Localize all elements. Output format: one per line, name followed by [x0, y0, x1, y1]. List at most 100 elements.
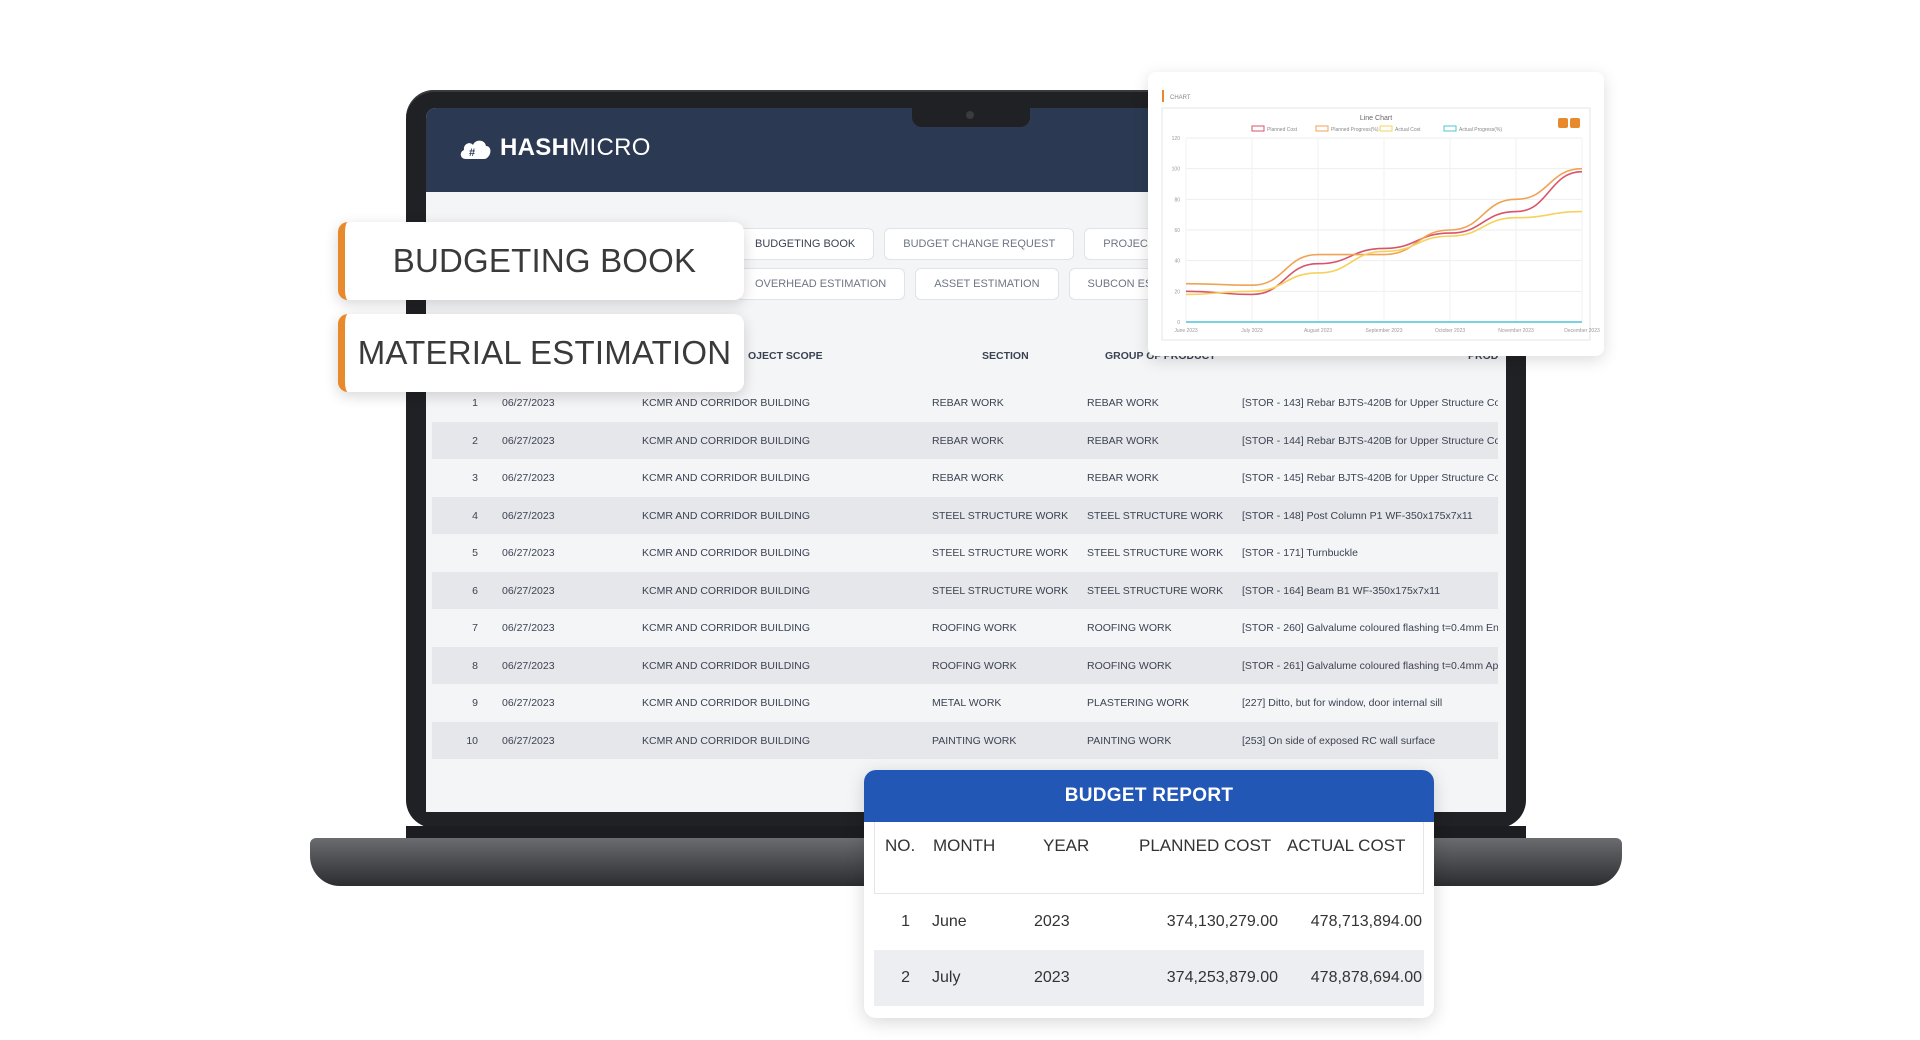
- row-section: PAINTING WORK: [932, 734, 1017, 747]
- hashmicro-logo[interactable]: # HASHMICRO: [458, 134, 651, 162]
- svg-text:#: #: [469, 147, 475, 159]
- row-date: 06/27/2023: [502, 697, 555, 709]
- table-row[interactable]: 2 06/27/2023 KCMR AND CORRIDOR BUILDING REB…: [432, 421, 1498, 459]
- report-row-year: 2023: [1034, 913, 1070, 930]
- row-date: 06/27/2023: [502, 472, 555, 484]
- row-number: 4: [472, 509, 478, 522]
- chart-zoom-in-button: [1558, 118, 1568, 128]
- marketing-stage: # HASHMICRO BUDGETING BOOK BUDGET CHANGE…: [0, 0, 1920, 1040]
- row-section: ROOFING WORK: [932, 659, 1017, 672]
- row-group: STEEL STRUCTURE WORK: [1087, 584, 1224, 597]
- x-tick-label: October 2023: [1435, 328, 1466, 334]
- x-tick-label: November 2023: [1498, 328, 1534, 334]
- row-project-scope: KCMR AND CORRIDOR BUILDING: [642, 509, 811, 522]
- row-group: ROOFING WORK: [1087, 622, 1172, 634]
- row-product: [STOR - 260] Galvalume coloured flashing…: [1242, 622, 1498, 634]
- table-row[interactable]: 6 06/27/2023 KCMR AND CORRIDOR BUILDING STE…: [432, 571, 1498, 609]
- y-tick-label: 120: [1172, 136, 1181, 142]
- row-number: 2: [472, 434, 478, 447]
- table-row[interactable]: 8 06/27/2023 KCMR AND CORRIDOR BUILDING ROO…: [432, 646, 1498, 684]
- report-row-no: 2: [901, 969, 910, 986]
- table-row[interactable]: 5 06/27/2023 KCMR AND CORRIDOR BUILDING STE…: [432, 534, 1498, 572]
- row-project-scope: KCMR AND CORRIDOR BUILDING: [642, 584, 811, 597]
- table-row[interactable]: 10 06/27/2023 KCMR AND CORRIDOR BUILDING PA…: [432, 721, 1498, 759]
- estimation-table-body: 1 06/27/2023 KCMR AND CORRIDOR BUILDING REB…: [432, 384, 1498, 759]
- report-row-month: June: [932, 913, 967, 930]
- budget-report-card: BUDGET REPORT NO. MONTH YEAR PLANNED COS…: [864, 770, 1434, 1018]
- tab-overhead-estimation[interactable]: OVERHEAD ESTIMATION: [736, 268, 906, 300]
- row-group: REBAR WORK: [1087, 434, 1159, 447]
- row-project-scope: KCMR AND CORRIDOR BUILDING: [642, 697, 811, 709]
- row-date: 06/27/2023: [502, 622, 555, 634]
- row-date: 06/27/2023: [502, 434, 555, 447]
- tab-asset-estimation[interactable]: ASSET ESTIMATION: [915, 268, 1059, 300]
- tabs-row-primary: BUDGETING BOOK BUDGET CHANGE REQUEST PRO…: [736, 228, 1200, 260]
- row-project-scope: KCMR AND CORRIDOR BUILDING: [642, 397, 811, 409]
- budget-report-rows: 1 June 2023 374,130,279.00 478,713,894.00 2 Ju…: [864, 894, 1434, 1006]
- tab-budget-change-request[interactable]: BUDGET CHANGE REQUEST: [884, 228, 1075, 260]
- row-date: 06/27/2023: [502, 659, 555, 672]
- row-number: 7: [472, 622, 478, 634]
- y-tick-label: 60: [1174, 228, 1180, 234]
- row-section: METAL WORK: [932, 697, 1002, 709]
- table-row[interactable]: 3 06/27/2023 KCMR AND CORRIDOR BUILDING REB…: [432, 459, 1498, 497]
- row-product: [STOR - 148] Post Column P1 WF-350x175x7…: [1242, 509, 1473, 522]
- x-tick-label: September 2023: [1366, 328, 1403, 334]
- tab-budgeting-book[interactable]: BUDGETING BOOK: [736, 228, 875, 260]
- row-date: 06/27/2023: [502, 734, 555, 747]
- row-group: PAINTING WORK: [1087, 734, 1172, 747]
- legend-swatch-1: [1315, 125, 1329, 132]
- legend-label-3: Actual Progress(%): [1459, 127, 1502, 133]
- row-group: ROOFING WORK: [1087, 659, 1172, 672]
- report-col-month: MONTH: [933, 836, 996, 855]
- column-project-scope[interactable]: OJECT SCOPE: [748, 350, 823, 362]
- legend-swatch-0: [1251, 125, 1265, 132]
- y-tick-label: 40: [1174, 259, 1180, 265]
- chart-tag-label: CHART: [1170, 95, 1191, 101]
- row-product: [STOR - 144] Rebar BJTS-420B for Upper S…: [1242, 434, 1498, 447]
- table-row[interactable]: 4 06/27/2023 KCMR AND CORRIDOR BUILDING STE…: [432, 496, 1498, 534]
- report-col-no: NO.: [885, 836, 916, 855]
- table-row[interactable]: 7 06/27/2023 KCMR AND CORRIDOR BUILDING ROO…: [432, 609, 1498, 647]
- material-estimation-label: MATERIAL ESTIMATION: [338, 314, 744, 392]
- row-project-scope: KCMR AND CORRIDOR BUILDING: [642, 622, 811, 634]
- column-section[interactable]: SECTION: [982, 350, 1029, 362]
- report-row-actual-cost: 478,878,694.00: [1310, 969, 1422, 986]
- y-tick-label: 80: [1174, 197, 1180, 203]
- row-product: [STOR - 171] Turnbuckle: [1242, 547, 1358, 559]
- row-date: 06/27/2023: [502, 584, 555, 597]
- logo-wordmark: HASHMICRO: [500, 134, 651, 161]
- row-group: REBAR WORK: [1087, 397, 1159, 409]
- y-tick-label: 20: [1174, 289, 1180, 295]
- row-product: [STOR - 261] Galvalume coloured flashing…: [1242, 659, 1498, 672]
- line-chart: CHART Line Chart Planned Cost Planned Progr…: [1161, 90, 1600, 341]
- report-row-actual-cost: 478,713,894.00: [1310, 913, 1422, 930]
- row-product: [STOR - 145] Rebar BJTS-420B for Upper S…: [1242, 472, 1498, 484]
- x-tick-label: August 2023: [1304, 328, 1332, 334]
- budget-report-title: BUDGET REPORT: [864, 770, 1434, 822]
- legend-label-2: Actual Cost: [1395, 127, 1421, 133]
- row-number: 10: [466, 734, 478, 747]
- chart-title: Line Chart: [1360, 115, 1392, 122]
- row-number: 9: [472, 697, 478, 709]
- row-project-scope: KCMR AND CORRIDOR BUILDING: [642, 659, 811, 672]
- legend-swatch-3: [1443, 125, 1457, 132]
- x-tick-label: December 2023: [1564, 328, 1600, 334]
- row-product: [253] On side of exposed RC wall surface: [1242, 734, 1436, 747]
- budgeting-book-label: BUDGETING BOOK: [338, 222, 744, 300]
- table-row[interactable]: 9 06/27/2023 KCMR AND CORRIDOR BUILDING MET…: [432, 684, 1498, 722]
- row-project-scope: KCMR AND CORRIDOR BUILDING: [642, 472, 811, 484]
- tabs-row-secondary: OVERHEAD ESTIMATION ASSET ESTIMATION SUB…: [736, 268, 1182, 300]
- cloud-logo-icon: #: [460, 140, 491, 159]
- row-number: 8: [472, 659, 478, 672]
- row-product: [STOR - 164] Beam B1 WF-350x175x7x11: [1242, 584, 1441, 597]
- row-group: PLASTERING WORK: [1087, 697, 1190, 709]
- row-date: 06/27/2023: [502, 397, 555, 409]
- y-tick-label: 0: [1177, 320, 1180, 326]
- row-product: [STOR - 143] Rebar BJTS-420B for Upper S…: [1242, 397, 1498, 409]
- chart-card: CHART Line Chart Planned Cost Planned Progr…: [1148, 72, 1604, 356]
- legend-label-0: Planned Cost: [1267, 127, 1298, 133]
- x-tick-label: June 2023: [1174, 328, 1198, 334]
- report-row-no: 1: [901, 913, 910, 930]
- row-project-scope: KCMR AND CORRIDOR BUILDING: [642, 434, 811, 447]
